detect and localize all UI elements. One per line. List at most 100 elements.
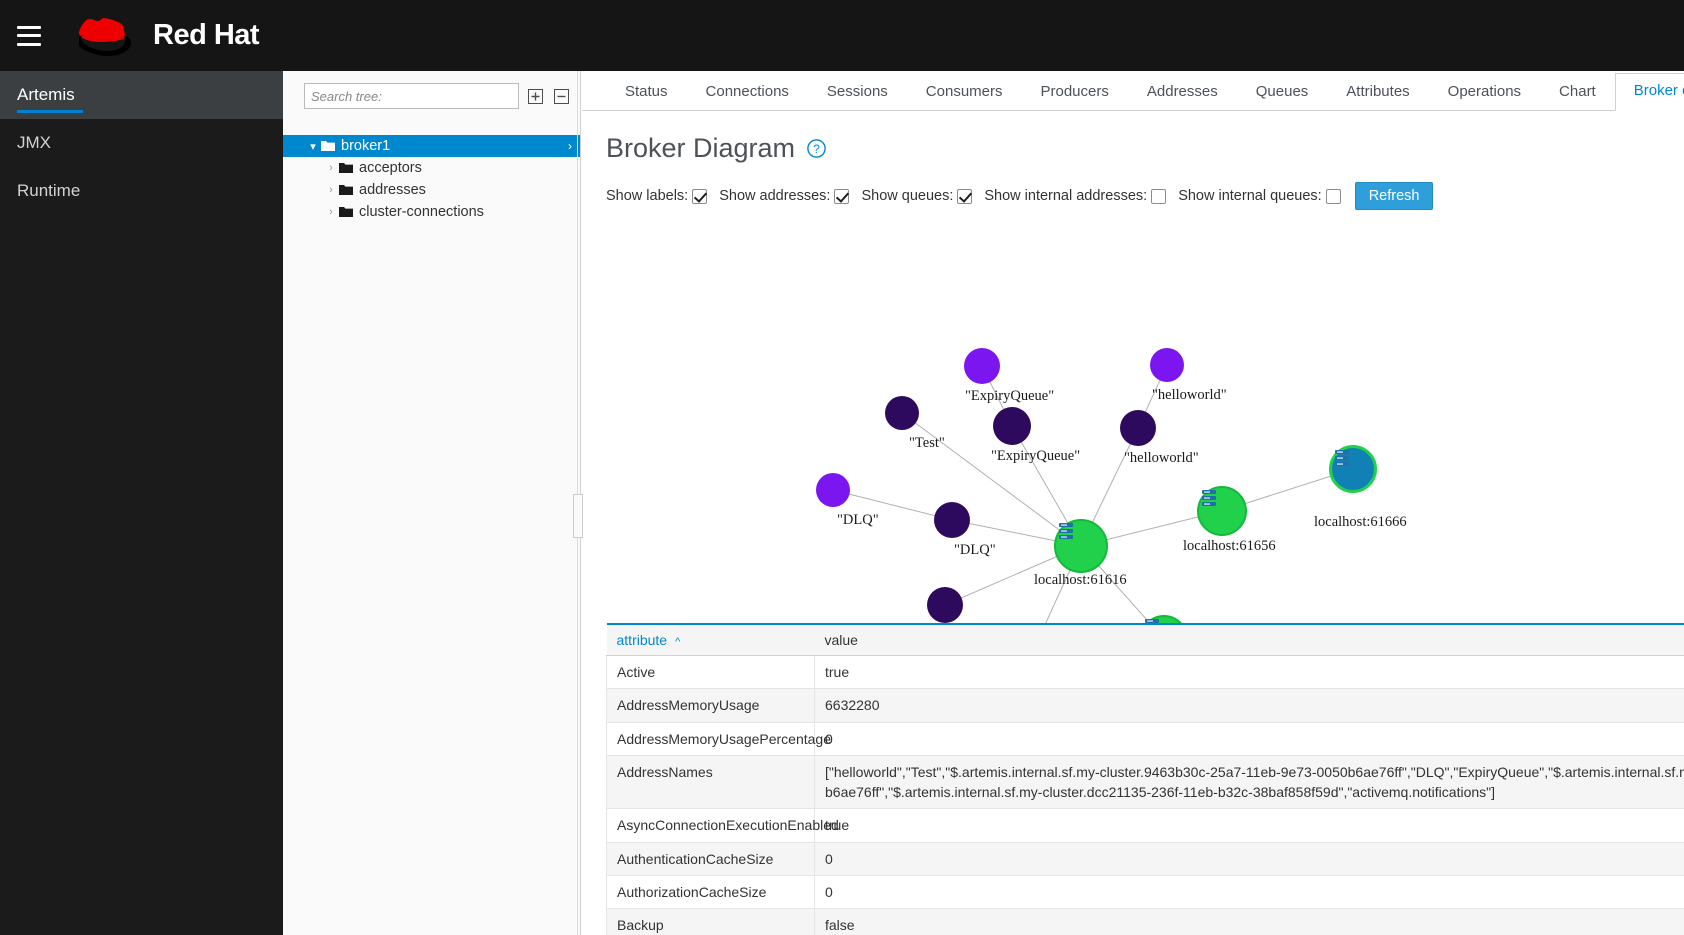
diagram-node-b-61666[interactable] <box>1329 445 1377 493</box>
panel-resize-handle[interactable] <box>573 494 583 538</box>
show-internal-queues-checkbox[interactable] <box>1325 188 1341 204</box>
table-row[interactable]: AddressMemoryUsage 6632280 <box>606 688 1684 723</box>
folder-icon <box>339 184 353 196</box>
question-mark-circle-icon[interactable]: ? <box>807 139 826 158</box>
table-row[interactable]: AuthenticationCacheSize 0 <box>606 842 1684 877</box>
attribute-value-cell: 0 <box>814 875 1684 910</box>
show-queues-label: Show queues: <box>861 188 954 204</box>
tab-sessions[interactable]: Sessions <box>808 74 907 111</box>
attribute-value-cell: true <box>814 808 1684 843</box>
sidebar-item-artemis[interactable]: Artemis <box>0 71 283 119</box>
tree-body: ▾ broker1 › › acceptors › addresses › cl… <box>283 119 580 223</box>
page-header: Broker Diagram ? <box>582 111 1684 164</box>
tree-node-label: cluster-connections <box>359 204 484 220</box>
show-addresses-checkbox[interactable] <box>834 188 850 204</box>
attribute-name-cell: Backup <box>606 908 815 935</box>
column-header-label: attribute <box>616 632 668 648</box>
sidebar-item-jmx[interactable]: JMX <box>0 119 283 167</box>
chevron-right-icon[interactable]: › <box>323 162 339 174</box>
tab-status[interactable]: Status <box>606 74 687 111</box>
attribute-value-cell: 6632280 <box>814 688 1684 723</box>
sidebar-item-label: Runtime <box>17 181 81 200</box>
search-input[interactable] <box>304 83 519 109</box>
attribute-name-cell: AddressNames <box>606 755 815 810</box>
tree-node-addresses[interactable]: › addresses <box>283 179 580 201</box>
tab-addresses[interactable]: Addresses <box>1128 74 1237 111</box>
svg-text:?: ? <box>813 142 820 156</box>
show-labels-checkbox[interactable] <box>692 188 708 204</box>
table-row[interactable]: AddressNames ["helloworld","Test","$.arte… <box>606 755 1684 810</box>
attribute-value-cell: 0 <box>814 722 1684 756</box>
diagram-node-a-test[interactable] <box>885 396 919 430</box>
chevron-down-icon[interactable]: ▾ <box>305 140 321 153</box>
tree-node-label: acceptors <box>359 160 422 176</box>
diagram-node-q-hello-top[interactable] <box>1150 348 1184 382</box>
chevron-right-icon[interactable]: › <box>568 139 572 153</box>
diagram-node-a-notif[interactable] <box>927 587 963 623</box>
attribute-name-cell: AuthorizationCacheSize <box>606 875 815 910</box>
table-row[interactable]: AuthorizationCacheSize 0 <box>606 875 1684 910</box>
chevron-right-icon[interactable]: › <box>323 206 339 218</box>
broker-diagram-canvas[interactable]: "ExpiryQueue" "helloworld" "Test" "ExpiryQu… <box>582 216 1684 656</box>
tab-producers[interactable]: Producers <box>1022 74 1128 111</box>
attribute-value-cell: false <box>814 908 1684 935</box>
folder-icon <box>339 162 353 174</box>
diagram-node-a-expiry[interactable] <box>993 407 1031 445</box>
tab-attributes[interactable]: Attributes <box>1327 74 1428 111</box>
tree-node-broker1[interactable]: ▾ broker1 › <box>283 135 580 157</box>
attribute-name-cell: AddressMemoryUsagePercentage <box>606 722 831 756</box>
sort-asc-icon: ^ <box>675 636 681 648</box>
table-row[interactable]: AddressMemoryUsagePercentage 0 <box>606 722 1684 756</box>
table-header: attribute ^ value <box>606 623 1684 656</box>
column-header-value[interactable]: value <box>814 623 1684 656</box>
table-row[interactable]: Active true <box>606 655 1684 690</box>
diagram-node-q-expiry-top[interactable] <box>964 348 1000 384</box>
tab-consumers[interactable]: Consumers <box>907 74 1022 111</box>
sidebar-item-runtime[interactable]: Runtime <box>0 167 283 215</box>
tab-queues[interactable]: Queues <box>1237 74 1328 111</box>
attributes-table-wrapper[interactable]: attribute ^ value Active true AddressMemory… <box>606 623 1684 935</box>
show-internal-addresses-checkbox[interactable] <box>1151 188 1167 204</box>
show-addresses-label: Show addresses: <box>719 188 831 204</box>
attributes-table: attribute ^ value Active true AddressMemory… <box>606 623 1684 935</box>
left-navigation: Artemis JMX Runtime <box>0 71 283 935</box>
refresh-button[interactable]: Refresh <box>1354 182 1434 210</box>
show-queues-checkbox[interactable] <box>957 188 973 204</box>
brand-name: Red Hat <box>153 19 260 51</box>
tab-broker-diagram[interactable]: Broker diagram <box>1614 73 1684 111</box>
tab-operations[interactable]: Operations <box>1429 74 1540 111</box>
attribute-name-cell: AsyncConnectionExecutionEnabled <box>606 808 839 843</box>
red-hat-fedora-logo-icon <box>79 12 149 60</box>
attribute-name-cell: AuthenticationCacheSize <box>606 842 815 877</box>
tree-panel: ▾ broker1 › › acceptors › addresses › <box>283 71 581 935</box>
attribute-value-cell: true <box>814 655 1684 690</box>
diagram-node-a-hello[interactable] <box>1120 410 1156 446</box>
chevron-right-icon[interactable]: › <box>323 184 339 196</box>
main-content: Status Connections Sessions Consumers Pr… <box>582 71 1684 935</box>
table-body: Active true AddressMemoryUsage 6632280 Addre… <box>606 655 1684 935</box>
diagram-node-q-dlq[interactable] <box>816 473 850 507</box>
tree-node-cluster-connections[interactable]: › cluster-connections <box>283 201 580 223</box>
show-internal-queues-label: Show internal queues: <box>1178 188 1322 204</box>
table-row[interactable]: AsyncConnectionExecutionEnabled true <box>606 808 1684 843</box>
tree-node-label: broker1 <box>341 138 391 154</box>
expand-all-plus-box-icon[interactable] <box>528 88 545 105</box>
attribute-value-cell: ["helloworld","Test","$.artemis.internal… <box>814 755 1684 810</box>
diagram-node-b-61616[interactable] <box>1054 519 1108 573</box>
attribute-value-cell: 0 <box>814 842 1684 877</box>
diagram-node-a-dlq[interactable] <box>934 502 970 538</box>
diagram-node-b-61656[interactable] <box>1197 486 1247 536</box>
tree-node-label: addresses <box>359 182 426 198</box>
table-row[interactable]: Backup false <box>606 908 1684 935</box>
masthead: Red Hat <box>0 0 1684 71</box>
tab-connections[interactable]: Connections <box>687 74 808 111</box>
collapse-all-minus-box-icon[interactable] <box>553 88 570 105</box>
column-header-attribute[interactable]: attribute ^ <box>606 623 815 656</box>
tree-node-acceptors[interactable]: › acceptors <box>283 157 580 179</box>
tab-chart[interactable]: Chart <box>1540 74 1615 111</box>
hamburger-menu-icon[interactable] <box>17 25 41 46</box>
brand-logo[interactable]: Red Hat <box>79 12 260 60</box>
diagram-edge <box>901 412 1082 547</box>
show-internal-addresses-label: Show internal addresses: <box>984 188 1148 204</box>
folder-open-icon <box>321 140 335 152</box>
